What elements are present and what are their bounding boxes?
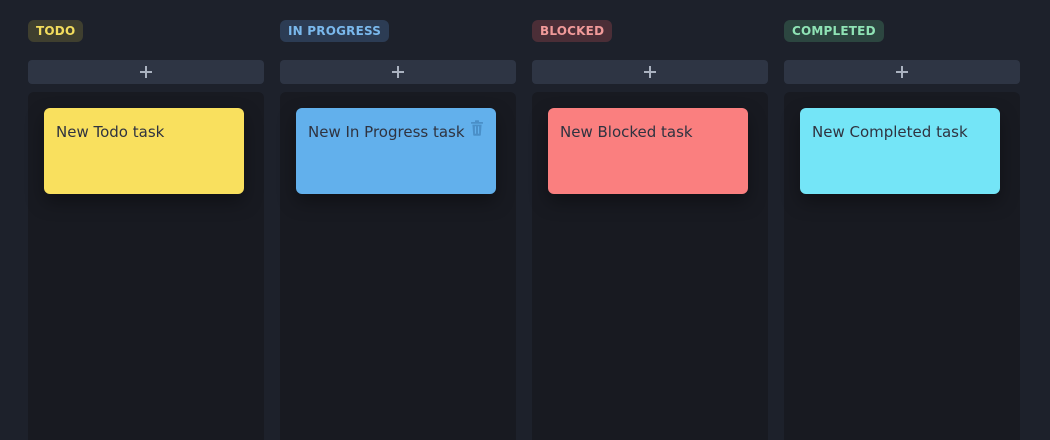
trash-icon[interactable] — [470, 120, 484, 136]
plus-icon — [896, 66, 908, 78]
add-task-button-todo[interactable] — [28, 60, 264, 84]
column-body-blocked: New Blocked task — [532, 92, 768, 440]
task-card-title: New Blocked task — [560, 123, 693, 141]
column-in-progress: IN PROGRESS New In Progress task — [280, 0, 516, 440]
add-task-button-blocked[interactable] — [532, 60, 768, 84]
status-badge-blocked: BLOCKED — [532, 20, 613, 42]
column-body-todo: New Todo task — [28, 92, 264, 440]
column-completed: COMPLETED New Completed task — [784, 0, 1020, 440]
kanban-board: TODO New Todo task IN PROGRESS New In Pr… — [0, 0, 1050, 440]
task-card-title: New Todo task — [56, 123, 165, 141]
task-card-title: New In Progress task — [308, 123, 465, 141]
status-badge-completed: COMPLETED — [784, 20, 884, 42]
plus-icon — [392, 66, 404, 78]
task-card[interactable]: New Blocked task — [548, 108, 748, 194]
plus-icon — [140, 66, 152, 78]
status-badge-todo: TODO — [28, 20, 84, 42]
task-card[interactable]: New Todo task — [44, 108, 244, 194]
status-badge-in-progress: IN PROGRESS — [280, 20, 390, 42]
task-card-title: New Completed task — [812, 123, 968, 141]
column-body-in-progress: New In Progress task — [280, 92, 516, 440]
column-todo: TODO New Todo task — [28, 0, 264, 440]
plus-icon — [644, 66, 656, 78]
column-blocked: BLOCKED New Blocked task — [532, 0, 768, 440]
add-task-button-completed[interactable] — [784, 60, 1020, 84]
add-task-button-in-progress[interactable] — [280, 60, 516, 84]
task-card[interactable]: New In Progress task — [296, 108, 496, 194]
task-card[interactable]: New Completed task — [800, 108, 1000, 194]
column-body-completed: New Completed task — [784, 92, 1020, 440]
